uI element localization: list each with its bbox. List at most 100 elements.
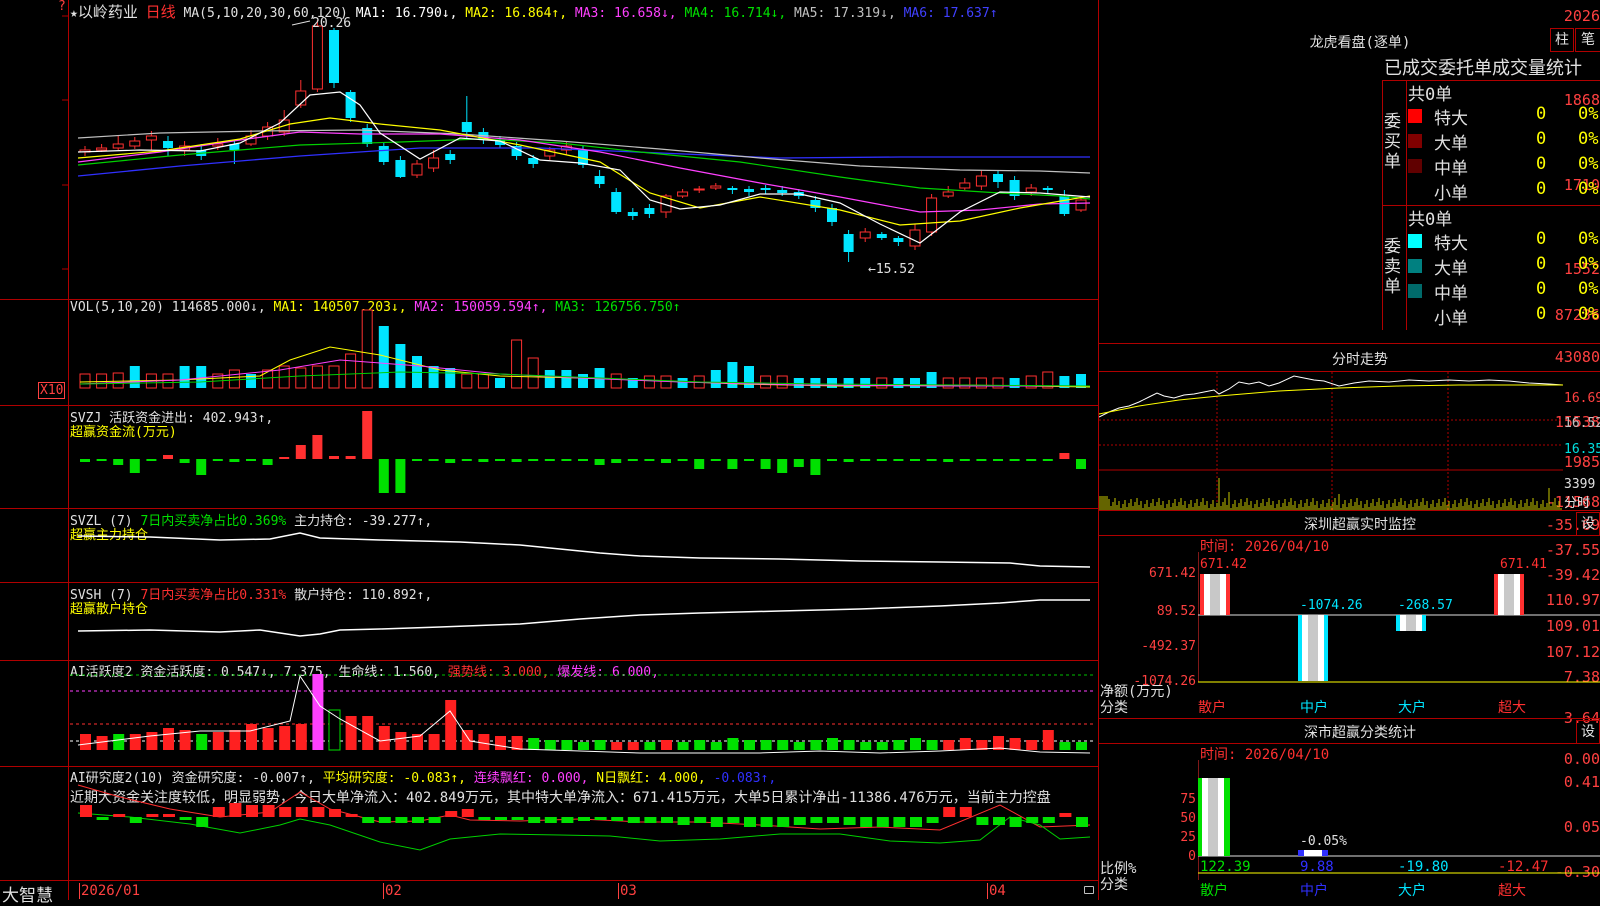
row-count: 0: [1536, 229, 1547, 249]
ai-research-bar: [212, 807, 225, 817]
ai-active-bar: [395, 732, 407, 750]
legend-swatch-icon: [1408, 309, 1422, 323]
lhb-title: 龙虎看盘(逐单): [1309, 35, 1411, 51]
tick-mode-button[interactable]: 笔: [1575, 28, 1600, 52]
legend-swatch-icon: [1408, 159, 1422, 173]
svzj-bar: [827, 459, 837, 461]
volume-bar: [228, 369, 240, 389]
svzj-bar: [495, 459, 505, 461]
svsh-line: [77, 599, 1090, 637]
ai-research-bar: [611, 817, 624, 821]
candle: [859, 228, 871, 242]
candle: [611, 188, 622, 214]
monitor-settings-button[interactable]: 设: [1576, 512, 1600, 536]
class-value: -12.47: [1498, 859, 1549, 875]
monitor-title: 深圳超赢实时监控: [1304, 517, 1416, 533]
ai-active-bar: [478, 734, 490, 750]
ai-research-chart: [77, 784, 1091, 851]
class-bar: [1298, 850, 1328, 856]
class-x-label: 中户: [1300, 883, 1328, 899]
class-cat: 分类: [1100, 877, 1128, 893]
svzj-bar: [544, 459, 555, 461]
svzj-bar: [229, 459, 240, 462]
candle: [329, 28, 339, 88]
row-count: 0: [1536, 104, 1547, 124]
ai-active-bar: [262, 728, 274, 750]
candle: [129, 137, 141, 149]
class-x-label: 超大: [1498, 883, 1526, 899]
ai-active-bar: [129, 734, 141, 750]
candlestick-chart[interactable]: 20.26 ←15.52: [0, 0, 1098, 299]
row-count: 0: [1536, 154, 1547, 174]
ai-research-bar: [113, 814, 126, 817]
svzj-bar: [212, 459, 223, 461]
legend-swatch-icon: [1408, 259, 1422, 273]
candle: [993, 170, 1003, 188]
svzj-bar: [312, 435, 323, 459]
x-label-2026-01: 2026/01: [79, 883, 141, 899]
intraday-y-2: 16.52: [1564, 416, 1600, 431]
ai-research-bar: [661, 817, 673, 823]
row-name: 中单: [1434, 159, 1468, 179]
svzj-bar: [727, 459, 738, 469]
ai-active-bar: [1009, 738, 1021, 750]
ai-research-bar: [959, 807, 972, 817]
volume-bar: [461, 373, 473, 389]
ai-research-bar: [412, 817, 424, 823]
row-percent: 0%: [1578, 104, 1599, 124]
ai-active-bar: [627, 742, 639, 750]
ai-research-bar: [478, 817, 491, 820]
volume-bar: [361, 309, 373, 389]
svzj-bar: [295, 445, 306, 459]
ai-active-bar: [943, 740, 955, 750]
legend-swatch-icon: [1408, 134, 1422, 148]
ai-research-bar: [279, 807, 292, 817]
sell-row: 特大 0 0%: [1406, 229, 1600, 254]
candle: [594, 170, 605, 188]
row-name: 大单: [1434, 134, 1468, 154]
class-y-4: 0: [1188, 849, 1196, 864]
bar-mode-button[interactable]: 柱: [1550, 28, 1574, 52]
volume-chart: [79, 309, 1091, 389]
row-count: 0: [1536, 304, 1547, 324]
row-name: 大单: [1434, 259, 1468, 279]
volume-bar: [295, 367, 307, 389]
low-label: ←15.52: [868, 262, 915, 277]
candle: [693, 186, 705, 193]
svzj-bar: [777, 459, 788, 473]
row-count: 0: [1536, 279, 1547, 299]
svzj-bar: [80, 459, 90, 462]
volume-bar: [196, 366, 207, 388]
row-name: 中单: [1434, 284, 1468, 304]
svzj-bar: [943, 459, 954, 462]
volume-bar: [561, 370, 572, 388]
ai-research-bar: [943, 807, 956, 817]
ai-research-bar: [893, 817, 906, 827]
brand-logo[interactable]: 大智慧: [2, 881, 53, 906]
row-percent: 0%: [1578, 279, 1599, 299]
sell-row: 大单 0 0%: [1406, 254, 1600, 279]
class-settings-button[interactable]: 设: [1576, 720, 1600, 744]
svzl-line: [77, 532, 1091, 568]
ai-research-bar: [777, 817, 790, 827]
candle: [843, 230, 854, 262]
ai-active-bar: [345, 716, 357, 750]
lock-icon[interactable]: [1084, 886, 1094, 894]
buy-row: 小单 0 0%: [1406, 179, 1600, 204]
buy-row: 中单 0 0%: [1406, 154, 1600, 179]
svzj-bar: [146, 459, 157, 461]
ai-research-bar: [528, 817, 541, 823]
svzj-bar: [378, 459, 389, 493]
volume-bar: [311, 365, 323, 389]
row-percent: 0%: [1578, 129, 1599, 149]
volume-bar: [810, 378, 821, 388]
ai-active-bar: [246, 724, 257, 750]
svzj-bar: [910, 459, 920, 461]
svzj-bar: [428, 459, 439, 461]
svzj-bar: [793, 459, 804, 467]
svzj-bar: [345, 456, 356, 459]
volume-bar: [827, 378, 837, 388]
svzj-bar: [694, 459, 705, 469]
row-count: 0: [1536, 179, 1547, 199]
svzj-bar: [511, 459, 522, 462]
